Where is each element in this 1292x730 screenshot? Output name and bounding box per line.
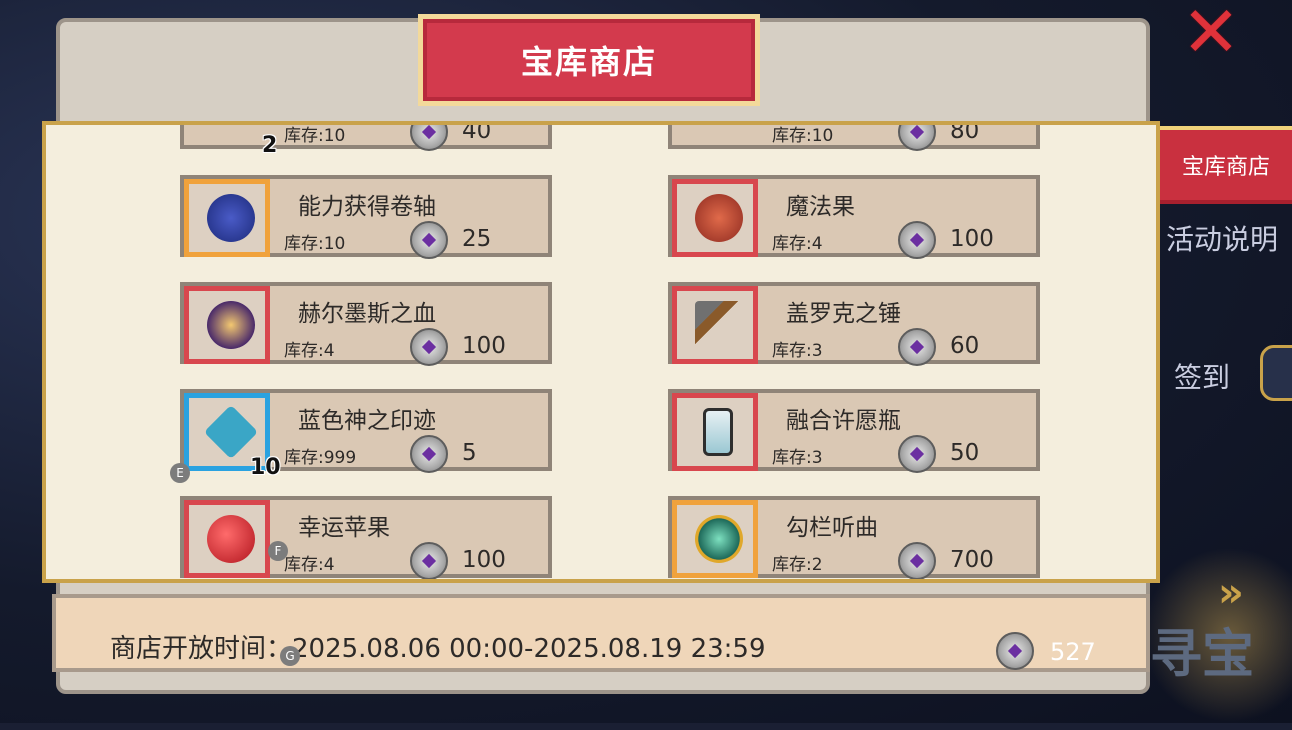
calendar-icon[interactable] bbox=[1260, 345, 1292, 401]
item-name: 盖罗克之锤 bbox=[786, 301, 901, 327]
shop-item[interactable]: 库存:10 80 bbox=[668, 121, 1040, 151]
hammer-icon bbox=[695, 301, 743, 349]
item-stock: 库存:10 bbox=[772, 126, 834, 146]
coin-icon bbox=[898, 328, 936, 366]
shop-footer: 商店开放时间：2025.08.06 00:00-2025.08.19 23:59… bbox=[52, 594, 1150, 672]
apple-icon bbox=[207, 515, 255, 563]
item-stock: 库存:999 bbox=[284, 448, 357, 468]
item-price: 50 bbox=[950, 440, 980, 466]
blue-sigil-icon bbox=[203, 404, 259, 460]
item-price: 5 bbox=[462, 440, 477, 466]
item-price: 25 bbox=[462, 226, 492, 252]
item-quantity: 10 bbox=[250, 455, 281, 480]
shop-item[interactable]: 魔法果 库存:4 100 bbox=[668, 175, 1040, 259]
item-icon-frame bbox=[672, 286, 758, 364]
item-price: 100 bbox=[462, 333, 506, 359]
item-icon-frame bbox=[184, 179, 270, 257]
item-name: 勾栏听曲 bbox=[786, 515, 878, 541]
coin-icon bbox=[410, 328, 448, 366]
wish-bottle-icon bbox=[703, 408, 733, 456]
page-title: 宝库商店 bbox=[520, 43, 657, 81]
item-price: 40 bbox=[462, 121, 492, 144]
item-name: 魔法果 bbox=[786, 194, 855, 220]
side-activity-info[interactable]: 活动说明 bbox=[1166, 218, 1278, 258]
shop-open-time: 商店开放时间：2025.08.06 00:00-2025.08.19 23:59 bbox=[110, 634, 766, 664]
item-stock: 库存:3 bbox=[772, 341, 823, 361]
shop-item[interactable]: 融合许愿瓶 库存:3 50 bbox=[668, 389, 1040, 473]
scroll-icon bbox=[207, 194, 255, 242]
item-name: 蓝色神之印迹 bbox=[298, 408, 436, 434]
coin-icon bbox=[996, 632, 1034, 670]
item-icon-frame bbox=[672, 179, 758, 257]
shop-item[interactable]: 蓝色神之印迹 库存:999 5 bbox=[180, 389, 552, 473]
shop-item[interactable]: 幸运苹果 库存:4 100 bbox=[180, 496, 552, 579]
item-stock: 库存:3 bbox=[772, 448, 823, 468]
item-icon-frame bbox=[672, 393, 758, 471]
coin-icon bbox=[410, 221, 448, 259]
item-name: 赫尔墨斯之血 bbox=[298, 301, 436, 327]
double-chevron-icon: » bbox=[1218, 570, 1244, 616]
item-name: 幸运苹果 bbox=[298, 515, 390, 541]
hint-badge: F bbox=[268, 541, 288, 561]
item-stock: 库存:2 bbox=[772, 555, 823, 575]
shop-item[interactable]: 能力获得卷轴 库存:10 25 bbox=[180, 175, 552, 259]
item-name: 融合许愿瓶 bbox=[786, 408, 901, 434]
coin-icon bbox=[898, 435, 936, 473]
item-quantity: 2 bbox=[262, 133, 278, 158]
item-price: 100 bbox=[950, 226, 994, 252]
item-name: 能力获得卷轴 bbox=[298, 194, 436, 220]
item-price: 80 bbox=[950, 121, 980, 144]
potion-orb-icon bbox=[207, 301, 255, 349]
shop-item[interactable]: 勾栏听曲 库存:2 700 bbox=[668, 496, 1040, 579]
shop-item[interactable]: 赫尔墨斯之血 库存:4 100 bbox=[180, 282, 552, 366]
hint-badge: E bbox=[170, 463, 190, 483]
item-price: 60 bbox=[950, 333, 980, 359]
item-icon-frame bbox=[184, 500, 270, 578]
item-stock: 库存:4 bbox=[284, 555, 335, 575]
coin-icon bbox=[898, 542, 936, 579]
coin-icon bbox=[410, 435, 448, 473]
title-banner: 宝库商店 bbox=[418, 14, 760, 106]
magic-fruit-icon bbox=[695, 194, 743, 242]
coin-icon bbox=[410, 542, 448, 579]
item-icon-frame bbox=[672, 500, 758, 578]
item-stock: 库存:10 bbox=[284, 234, 346, 254]
item-price: 100 bbox=[462, 547, 506, 573]
hint-badge: G bbox=[280, 646, 300, 666]
item-price: 700 bbox=[950, 547, 994, 573]
item-icon-frame bbox=[184, 286, 270, 364]
item-stock: 库存:4 bbox=[772, 234, 823, 254]
coin-icon bbox=[410, 125, 448, 151]
coin-balance: 527 bbox=[1050, 638, 1096, 666]
item-stock: 库存:10 bbox=[284, 126, 346, 146]
side-tab-treasury-shop[interactable]: 宝库商店 bbox=[1160, 126, 1292, 204]
shop-item[interactable]: 库存:10 40 bbox=[180, 121, 552, 151]
coin-icon bbox=[898, 221, 936, 259]
item-stock: 库存:4 bbox=[284, 341, 335, 361]
side-checkin[interactable]: 签到 bbox=[1174, 356, 1230, 396]
shop-item-list[interactable]: 库存:10 40 2 库存:10 80 能力获得卷轴 库存:10 25 魔法果 … bbox=[42, 121, 1160, 583]
close-icon[interactable]: ✕ bbox=[1180, 0, 1242, 67]
shop-item[interactable]: 盖罗克之锤 库存:3 60 bbox=[668, 282, 1040, 366]
lute-icon bbox=[695, 515, 743, 563]
side-treasure-hunt[interactable]: 寻宝 bbox=[1150, 612, 1254, 687]
coin-icon bbox=[898, 125, 936, 151]
